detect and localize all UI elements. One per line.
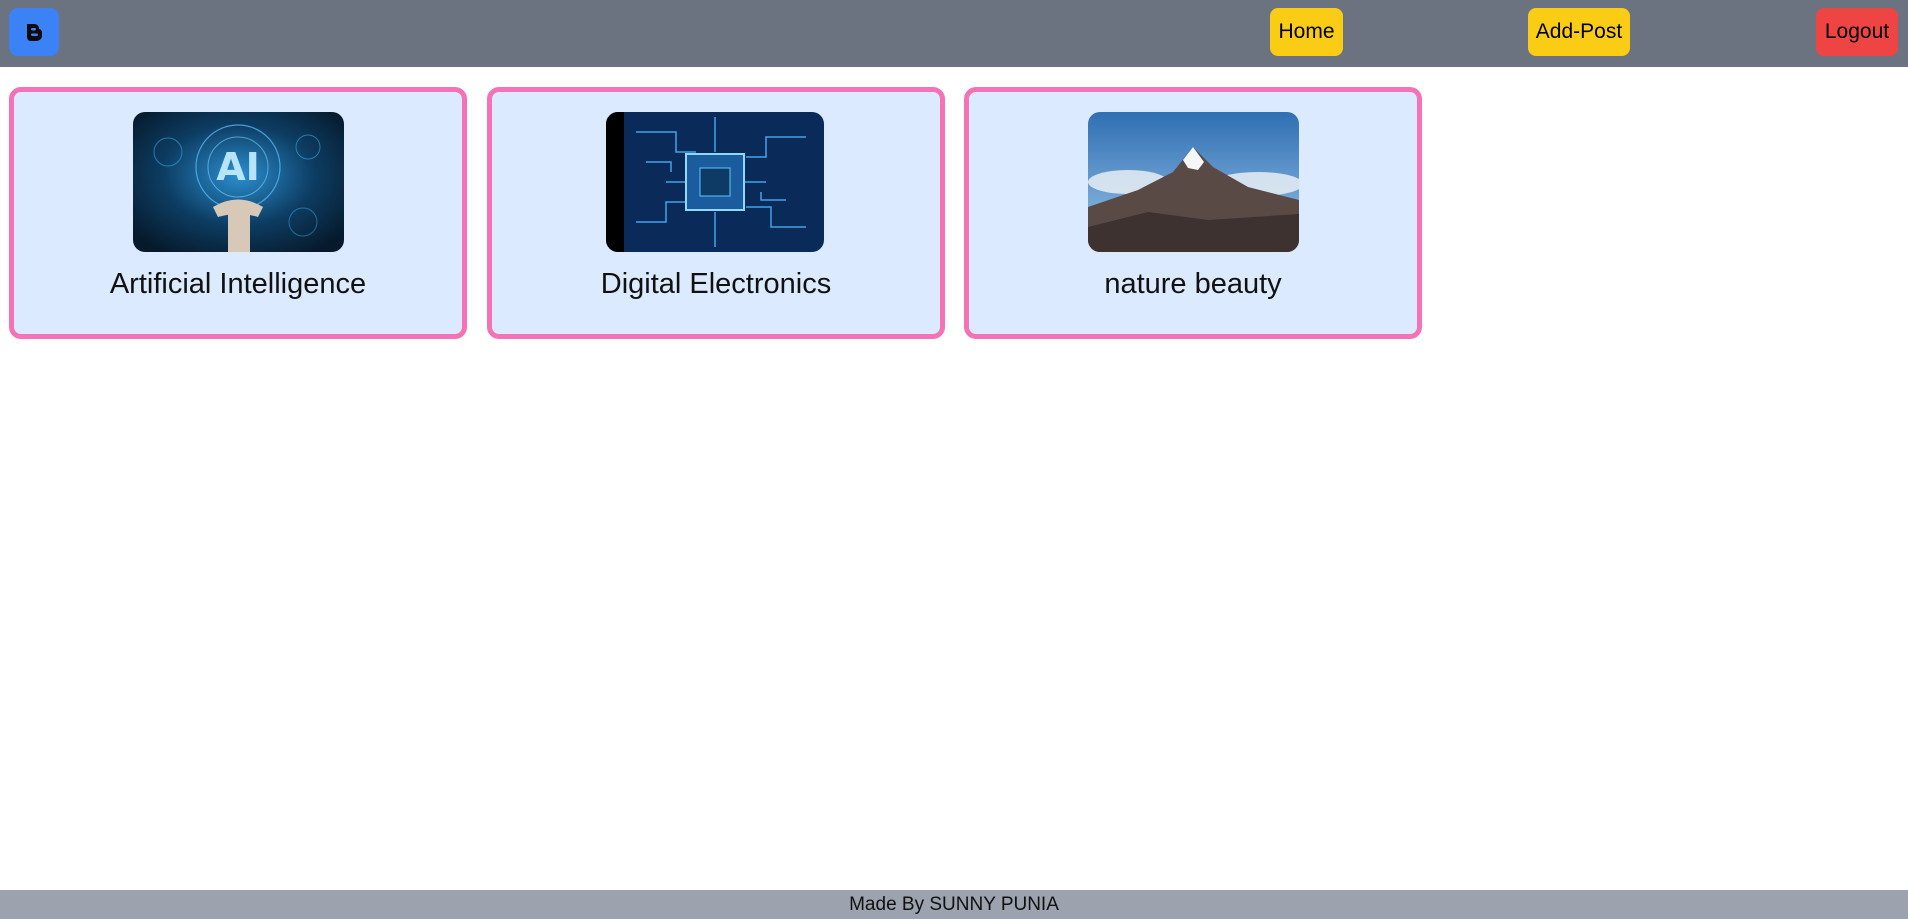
logout-button[interactable]: Logout	[1816, 8, 1898, 56]
post-card-nature-beauty[interactable]: nature beauty	[964, 87, 1422, 339]
post-title: Digital Electronics	[600, 268, 832, 300]
blogger-logo-button[interactable]	[9, 8, 59, 56]
circuit-chip-image	[606, 112, 824, 252]
ai-image: AI	[133, 112, 344, 252]
post-card-digital-electronics[interactable]: Digital Electronics	[487, 87, 945, 339]
footer-credit: Made By SUNNY PUNIA	[849, 894, 1059, 915]
home-button[interactable]: Home	[1270, 8, 1343, 56]
blogger-icon	[27, 24, 42, 41]
post-card-artificial-intelligence[interactable]: AI Artificial Intelligence	[9, 87, 467, 339]
post-title: nature beauty	[1104, 268, 1282, 300]
footer: Made By SUNNY PUNIA	[0, 890, 1908, 919]
post-title: Artificial Intelligence	[109, 268, 367, 300]
navbar: Home Add-Post Logout	[0, 0, 1908, 67]
add-post-button[interactable]: Add-Post	[1528, 8, 1630, 56]
svg-text:AI: AI	[216, 145, 260, 189]
mountain-image	[1088, 112, 1299, 252]
